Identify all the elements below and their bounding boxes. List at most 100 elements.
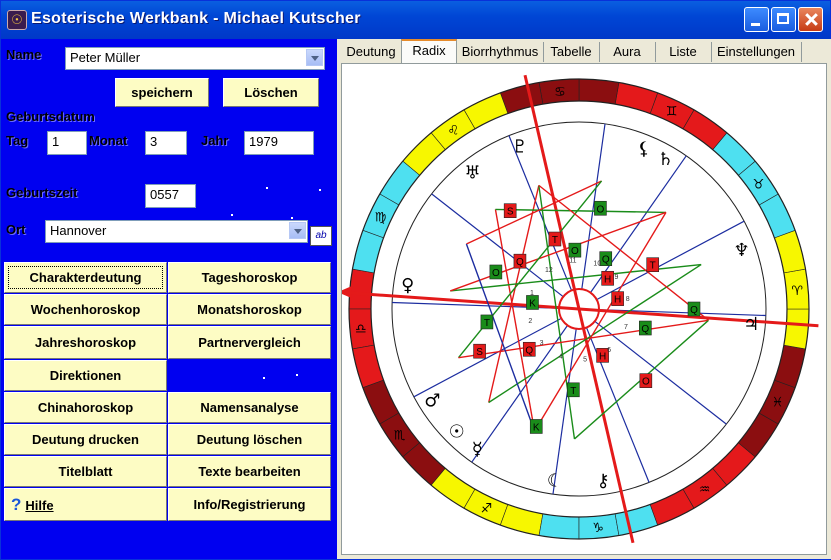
- aspect-marker-label: H: [614, 295, 621, 306]
- jahreshoroskop-button[interactable]: Jahreshoroskop: [4, 326, 167, 359]
- aspect-marker-label: T: [484, 318, 490, 329]
- place-label: Ort: [6, 222, 26, 237]
- decor-star: [319, 189, 321, 191]
- zodiac-sign-glyph: ♏: [394, 429, 406, 444]
- year-label: Jahr: [201, 133, 229, 148]
- house-number: 10: [593, 260, 601, 267]
- wochenhoroskop-button[interactable]: Wochenhoroskop: [4, 294, 167, 325]
- maximize-button[interactable]: [771, 7, 796, 32]
- tab-liste[interactable]: Liste: [655, 42, 712, 62]
- tab-radix[interactable]: Radix: [401, 39, 457, 65]
- planet-glyph: ♀: [401, 275, 414, 296]
- day-label: Tag: [6, 133, 29, 148]
- zodiac-decan-segment: [578, 78, 620, 105]
- aspect-marker-label: S: [476, 347, 483, 358]
- house-number: 5: [583, 357, 587, 364]
- direktionen-button[interactable]: Direktionen: [4, 360, 167, 391]
- radix-chart-canvas[interactable]: H Q T O S K H Q T O S K Q T O Q H O Q T 2 3 4 5 6 7 8 9 10 11 12 1 ♀ ♂ ☉ ☿ ☾…: [341, 63, 827, 555]
- house-number: 8: [626, 296, 630, 303]
- tab-biorrhythmus[interactable]: Biorrhythmus: [457, 42, 544, 62]
- chevron-down-icon[interactable]: [306, 49, 323, 66]
- tab-aura[interactable]: Aura: [599, 42, 656, 62]
- right-panel: Deutung Radix Biorrhythmus Tabelle Aura …: [337, 39, 831, 559]
- partnervergleich-button[interactable]: Partnervergleich: [168, 326, 331, 359]
- planet-glyph: ⚷: [596, 470, 609, 491]
- zodiac-sign-glyph: ♊: [666, 105, 678, 120]
- radix-horoscope-chart[interactable]: HQTOSKHQTOSKQTOQHOQT 234 567891011121♀♂☉☿☾…: [342, 64, 826, 554]
- tab-tabelle[interactable]: Tabelle: [543, 42, 600, 62]
- decor-star: [296, 374, 298, 376]
- help-icon: ?: [11, 495, 22, 514]
- titelblatt-button[interactable]: Titelblatt: [4, 456, 167, 487]
- aspect-marker-label: O: [492, 268, 500, 279]
- day-field[interactable]: 1: [47, 131, 87, 155]
- zodiac-sign-glyph: ♋: [554, 85, 566, 100]
- texte-bearbeiten-button[interactable]: Texte bearbeiten: [168, 456, 331, 487]
- aspect-marker-label: H: [604, 274, 611, 285]
- house-number: 3: [540, 340, 544, 347]
- left-panel: Name Peter Müller speichern Löschen Gebu…: [1, 39, 337, 559]
- place-value: Hannover: [50, 223, 107, 238]
- house-number: 6: [607, 347, 611, 354]
- deutung-drucken-button[interactable]: Deutung drucken: [4, 424, 167, 455]
- decor-star: [263, 377, 265, 379]
- title-bar[interactable]: ☉ Esoterische Werkbank - Michael Kutsche…: [1, 1, 830, 39]
- year-field[interactable]: 1979: [244, 131, 314, 155]
- ab-edit-button[interactable]: ab: [310, 226, 332, 246]
- chinahoroskop-button[interactable]: Chinahoroskop: [4, 392, 167, 423]
- save-button[interactable]: speichern: [115, 78, 209, 107]
- aspect-marker-label: Q: [602, 255, 610, 266]
- help-button[interactable]: ? Hilfe: [4, 488, 167, 521]
- house-number: 11: [569, 257, 576, 264]
- house-number: 2: [528, 318, 532, 325]
- planet-glyph: ♇: [512, 136, 528, 157]
- minimize-button[interactable]: [744, 7, 769, 32]
- house-number: 7: [624, 324, 628, 331]
- tab-einstellungen[interactable]: Einstellungen: [711, 42, 802, 62]
- chevron-down-icon[interactable]: [289, 222, 306, 239]
- month-field[interactable]: 3: [145, 131, 187, 155]
- charakterdeutung-button[interactable]: Charakterdeutung: [4, 262, 167, 293]
- zodiac-sign-glyph: ♉: [753, 177, 765, 192]
- tab-deutung[interactable]: Deutung: [341, 42, 402, 62]
- delete-button[interactable]: Löschen: [223, 78, 319, 107]
- aspect-marker-label: K: [529, 298, 536, 309]
- tab-bar: Deutung Radix Biorrhythmus Tabelle Aura …: [341, 39, 831, 65]
- deutung-loeschen-button[interactable]: Deutung löschen: [168, 424, 331, 455]
- planet-glyph: ♅: [464, 163, 480, 184]
- namensanalyse-button[interactable]: Namensanalyse: [168, 392, 331, 423]
- zodiac-sign-glyph: ♓: [772, 396, 784, 411]
- astrology-app-icon: ☉: [7, 10, 27, 30]
- aspect-marker-label: Q: [516, 257, 524, 268]
- zodiac-decan-segment: [783, 308, 810, 350]
- tageshoroskop-button[interactable]: Tageshoroskop: [168, 262, 331, 293]
- decor-star: [291, 217, 293, 219]
- house-number: 12: [545, 267, 553, 274]
- zodiac-sign-glyph: ♑: [592, 521, 604, 536]
- month-label: Monat: [89, 133, 128, 148]
- planet-glyph: ⚸: [637, 139, 650, 160]
- zodiac-sign-glyph: ♌: [448, 124, 460, 139]
- name-combobox[interactable]: Peter Müller: [65, 47, 325, 70]
- info-registrierung-button[interactable]: Info/Registrierung: [168, 488, 331, 521]
- planet-glyph: ♆: [733, 240, 749, 261]
- planet-glyph: ☾: [547, 470, 563, 491]
- planet-glyph: ♂: [424, 391, 440, 412]
- aspect-marker-label: S: [507, 207, 514, 218]
- help-label: Hilfe: [25, 498, 54, 513]
- close-button[interactable]: [798, 7, 823, 32]
- house-number: 9: [614, 274, 618, 281]
- birthtime-label: Geburtszeit: [6, 185, 78, 200]
- zodiac-sign-glyph: ♈: [791, 284, 803, 299]
- aspect-marker-label: T: [570, 386, 576, 397]
- aspect-marker-label: Q: [641, 324, 649, 335]
- name-label: Name: [6, 47, 42, 62]
- ascendant-arrow: [342, 286, 352, 299]
- aspect-marker-label: Q: [525, 345, 533, 356]
- place-combobox[interactable]: Hannover: [45, 220, 308, 243]
- monatshoroskop-button[interactable]: Monatshoroskop: [168, 294, 331, 325]
- zodiac-sign-glyph: ♒: [699, 482, 711, 497]
- birthtime-field[interactable]: 0557: [145, 184, 196, 208]
- name-value: Peter Müller: [70, 50, 141, 65]
- house-number: 1: [530, 290, 534, 297]
